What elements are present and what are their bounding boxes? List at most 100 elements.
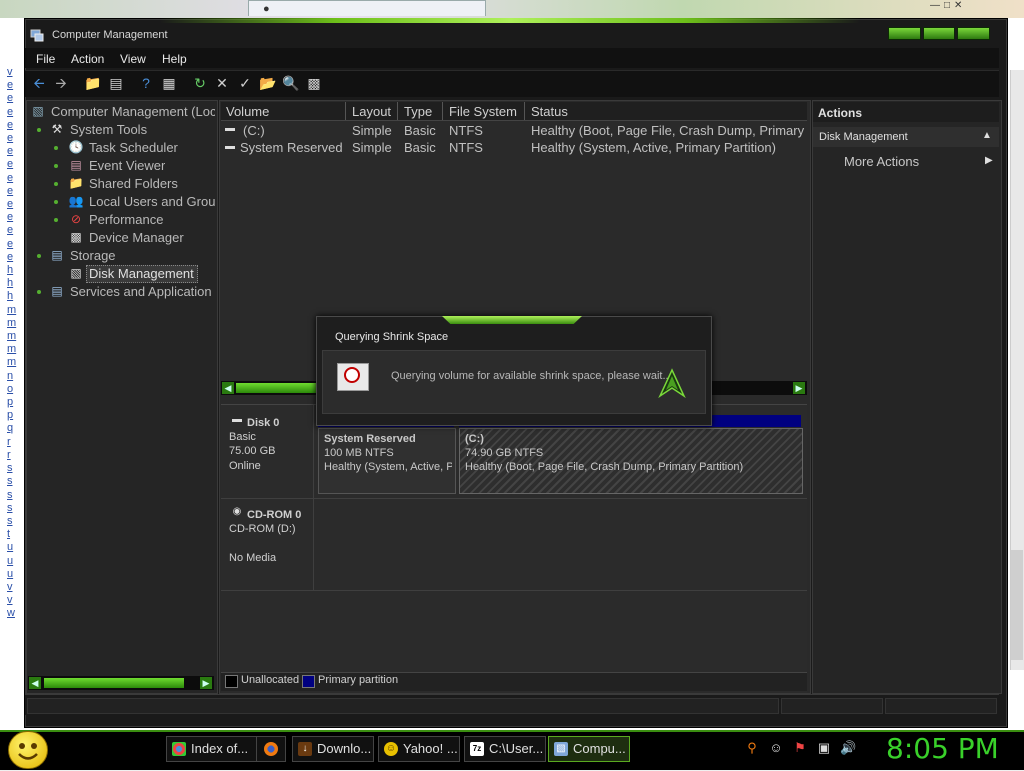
up-folder-icon[interactable]: 📁: [84, 74, 102, 92]
refresh-icon[interactable]: ↻: [191, 74, 209, 92]
list-scroll-thumb[interactable]: [236, 383, 316, 393]
tree-expander[interactable]: [37, 128, 41, 132]
menu-view[interactable]: View: [120, 52, 146, 66]
tree-item-device-manager[interactable]: Device Manager: [89, 230, 184, 245]
taskbar-button-7zip[interactable]: 7z C:\User...: [464, 736, 546, 762]
tree-item-services[interactable]: Services and Application: [70, 284, 215, 299]
column-file-system[interactable]: File System: [449, 104, 517, 119]
menu-action[interactable]: Action: [71, 52, 104, 66]
window-glow-accent: [160, 18, 860, 23]
tree-item-disk-management[interactable]: Disk Management: [89, 266, 194, 281]
volume-icon[interactable]: 🔊: [840, 740, 856, 756]
search-icon[interactable]: ⚲: [744, 740, 760, 756]
back-arrow-icon[interactable]: 🡨: [30, 74, 48, 92]
show-hide-tree-icon[interactable]: ▤: [107, 74, 125, 92]
scroll-right-arrow-icon[interactable]: ▶: [200, 677, 212, 689]
computer-management-icon: [30, 28, 44, 42]
disk-type: Basic: [229, 431, 256, 443]
column-status[interactable]: Status: [531, 104, 568, 119]
submenu-arrow-icon[interactable]: ▶: [985, 155, 993, 166]
column-type[interactable]: Type: [404, 104, 432, 119]
firefox-icon: [264, 742, 278, 756]
column-volume[interactable]: Volume: [226, 104, 269, 119]
storage-icon: ▤: [51, 248, 63, 262]
cdrom-icon: ◉: [232, 506, 242, 517]
task-label: C:\User...: [489, 741, 544, 756]
caption-buttons[interactable]: [888, 27, 991, 40]
background-browser-tab[interactable]: ●: [248, 0, 486, 16]
column-separator[interactable]: [442, 102, 443, 120]
actions-pane: [812, 100, 1002, 694]
tree-item-shared-folders[interactable]: Shared Folders: [89, 176, 178, 191]
status-segment: [781, 698, 883, 714]
tree-item-storage[interactable]: Storage: [70, 248, 116, 263]
background-window-controls[interactable]: — □ ✕: [930, 0, 1022, 14]
cdrom-state: No Media: [229, 552, 277, 564]
taskbar-button-computer-management[interactable]: ▧ Compu...: [548, 736, 630, 762]
start-smiley-icon[interactable]: [8, 731, 48, 769]
tree-expander[interactable]: [54, 164, 58, 168]
scroll-right-arrow-icon[interactable]: ▶: [793, 382, 805, 394]
actions-section-label[interactable]: Disk Management: [819, 131, 908, 143]
network-icon[interactable]: ▣: [816, 740, 832, 756]
scroll-left-arrow-icon[interactable]: ◀: [29, 677, 41, 689]
task-label: Downlo...: [317, 741, 372, 756]
tree-expander[interactable]: [37, 254, 41, 258]
partition-status: Healthy (System, Active, P: [324, 461, 452, 473]
tree-item-system-tools[interactable]: System Tools: [70, 122, 147, 137]
close-button[interactable]: [957, 27, 991, 40]
open-folder-icon[interactable]: 📂: [259, 74, 277, 92]
table-cell-volume[interactable]: System Reserved: [240, 140, 344, 155]
delete-icon[interactable]: ✕: [213, 74, 231, 92]
maximize-button[interactable]: [922, 27, 956, 40]
column-layout[interactable]: Layout: [352, 104, 391, 119]
properties-icon[interactable]: ▦: [160, 74, 178, 92]
flag-icon[interactable]: ⚑: [792, 740, 808, 756]
check-icon[interactable]: ✓: [236, 74, 254, 92]
taskbar-button-downloads[interactable]: ↓ Downlo...: [292, 736, 374, 762]
column-separator[interactable]: [524, 102, 525, 120]
taskbar-button-yahoo[interactable]: ☺ Yahoo! ...: [378, 736, 460, 762]
disk-state: Online: [229, 460, 261, 472]
column-separator[interactable]: [397, 102, 398, 120]
more-actions-link[interactable]: More Actions: [844, 154, 919, 169]
tree-item-performance[interactable]: Performance: [89, 212, 163, 227]
tree-expander[interactable]: [54, 146, 58, 150]
disk-name[interactable]: Disk 0: [247, 417, 279, 429]
tree-scroll-thumb[interactable]: [44, 678, 184, 688]
search-icon[interactable]: 🔍: [282, 74, 300, 92]
clock-icon: 🕓: [68, 140, 84, 154]
table-cell-volume[interactable]: (C:): [243, 123, 343, 138]
status-bar: [25, 694, 999, 715]
cdrom-name[interactable]: CD-ROM 0: [247, 509, 301, 521]
table-cell-type: Basic: [404, 123, 436, 138]
minimize-button[interactable]: [888, 27, 921, 40]
table-cell-status: Healthy (Boot, Page File, Crash Dump, Pr…: [531, 123, 805, 138]
tree-expander[interactable]: [54, 218, 58, 222]
taskbar-button-firefox[interactable]: [256, 736, 286, 762]
legend-primary-swatch: [302, 675, 315, 688]
messenger-smiley-icon: ☺: [384, 742, 398, 756]
tree-expander[interactable]: [54, 182, 58, 186]
tree-item-local-users[interactable]: Local Users and Grou: [89, 194, 215, 209]
background-scroll-thumb[interactable]: [1011, 550, 1023, 660]
help-icon[interactable]: ?: [137, 74, 155, 92]
partition-status: Healthy (Boot, Page File, Crash Dump, Pr…: [465, 461, 744, 473]
tree-item-task-scheduler[interactable]: Task Scheduler: [89, 140, 178, 155]
disk-settings-icon[interactable]: ▩: [305, 74, 323, 92]
tree-expander[interactable]: [54, 200, 58, 204]
menu-file[interactable]: File: [36, 52, 55, 66]
collapse-up-icon[interactable]: ▲: [982, 130, 992, 141]
menu-help[interactable]: Help: [162, 52, 187, 66]
messenger-icon[interactable]: ☺: [768, 740, 784, 756]
dialog-body: [322, 350, 706, 414]
taskbar-clock[interactable]: 8:05 PM: [886, 732, 999, 765]
tree-expander[interactable]: [37, 290, 41, 294]
column-separator[interactable]: [345, 102, 346, 120]
tree-item-event-viewer[interactable]: Event Viewer: [89, 158, 165, 173]
device-manager-icon: ▩: [70, 230, 82, 244]
tree-item-root[interactable]: Computer Management (Loc: [51, 104, 215, 119]
disk-row-separator: [221, 590, 807, 591]
scroll-left-arrow-icon[interactable]: ◀: [222, 382, 234, 394]
forward-arrow-icon[interactable]: 🡪: [52, 74, 70, 92]
